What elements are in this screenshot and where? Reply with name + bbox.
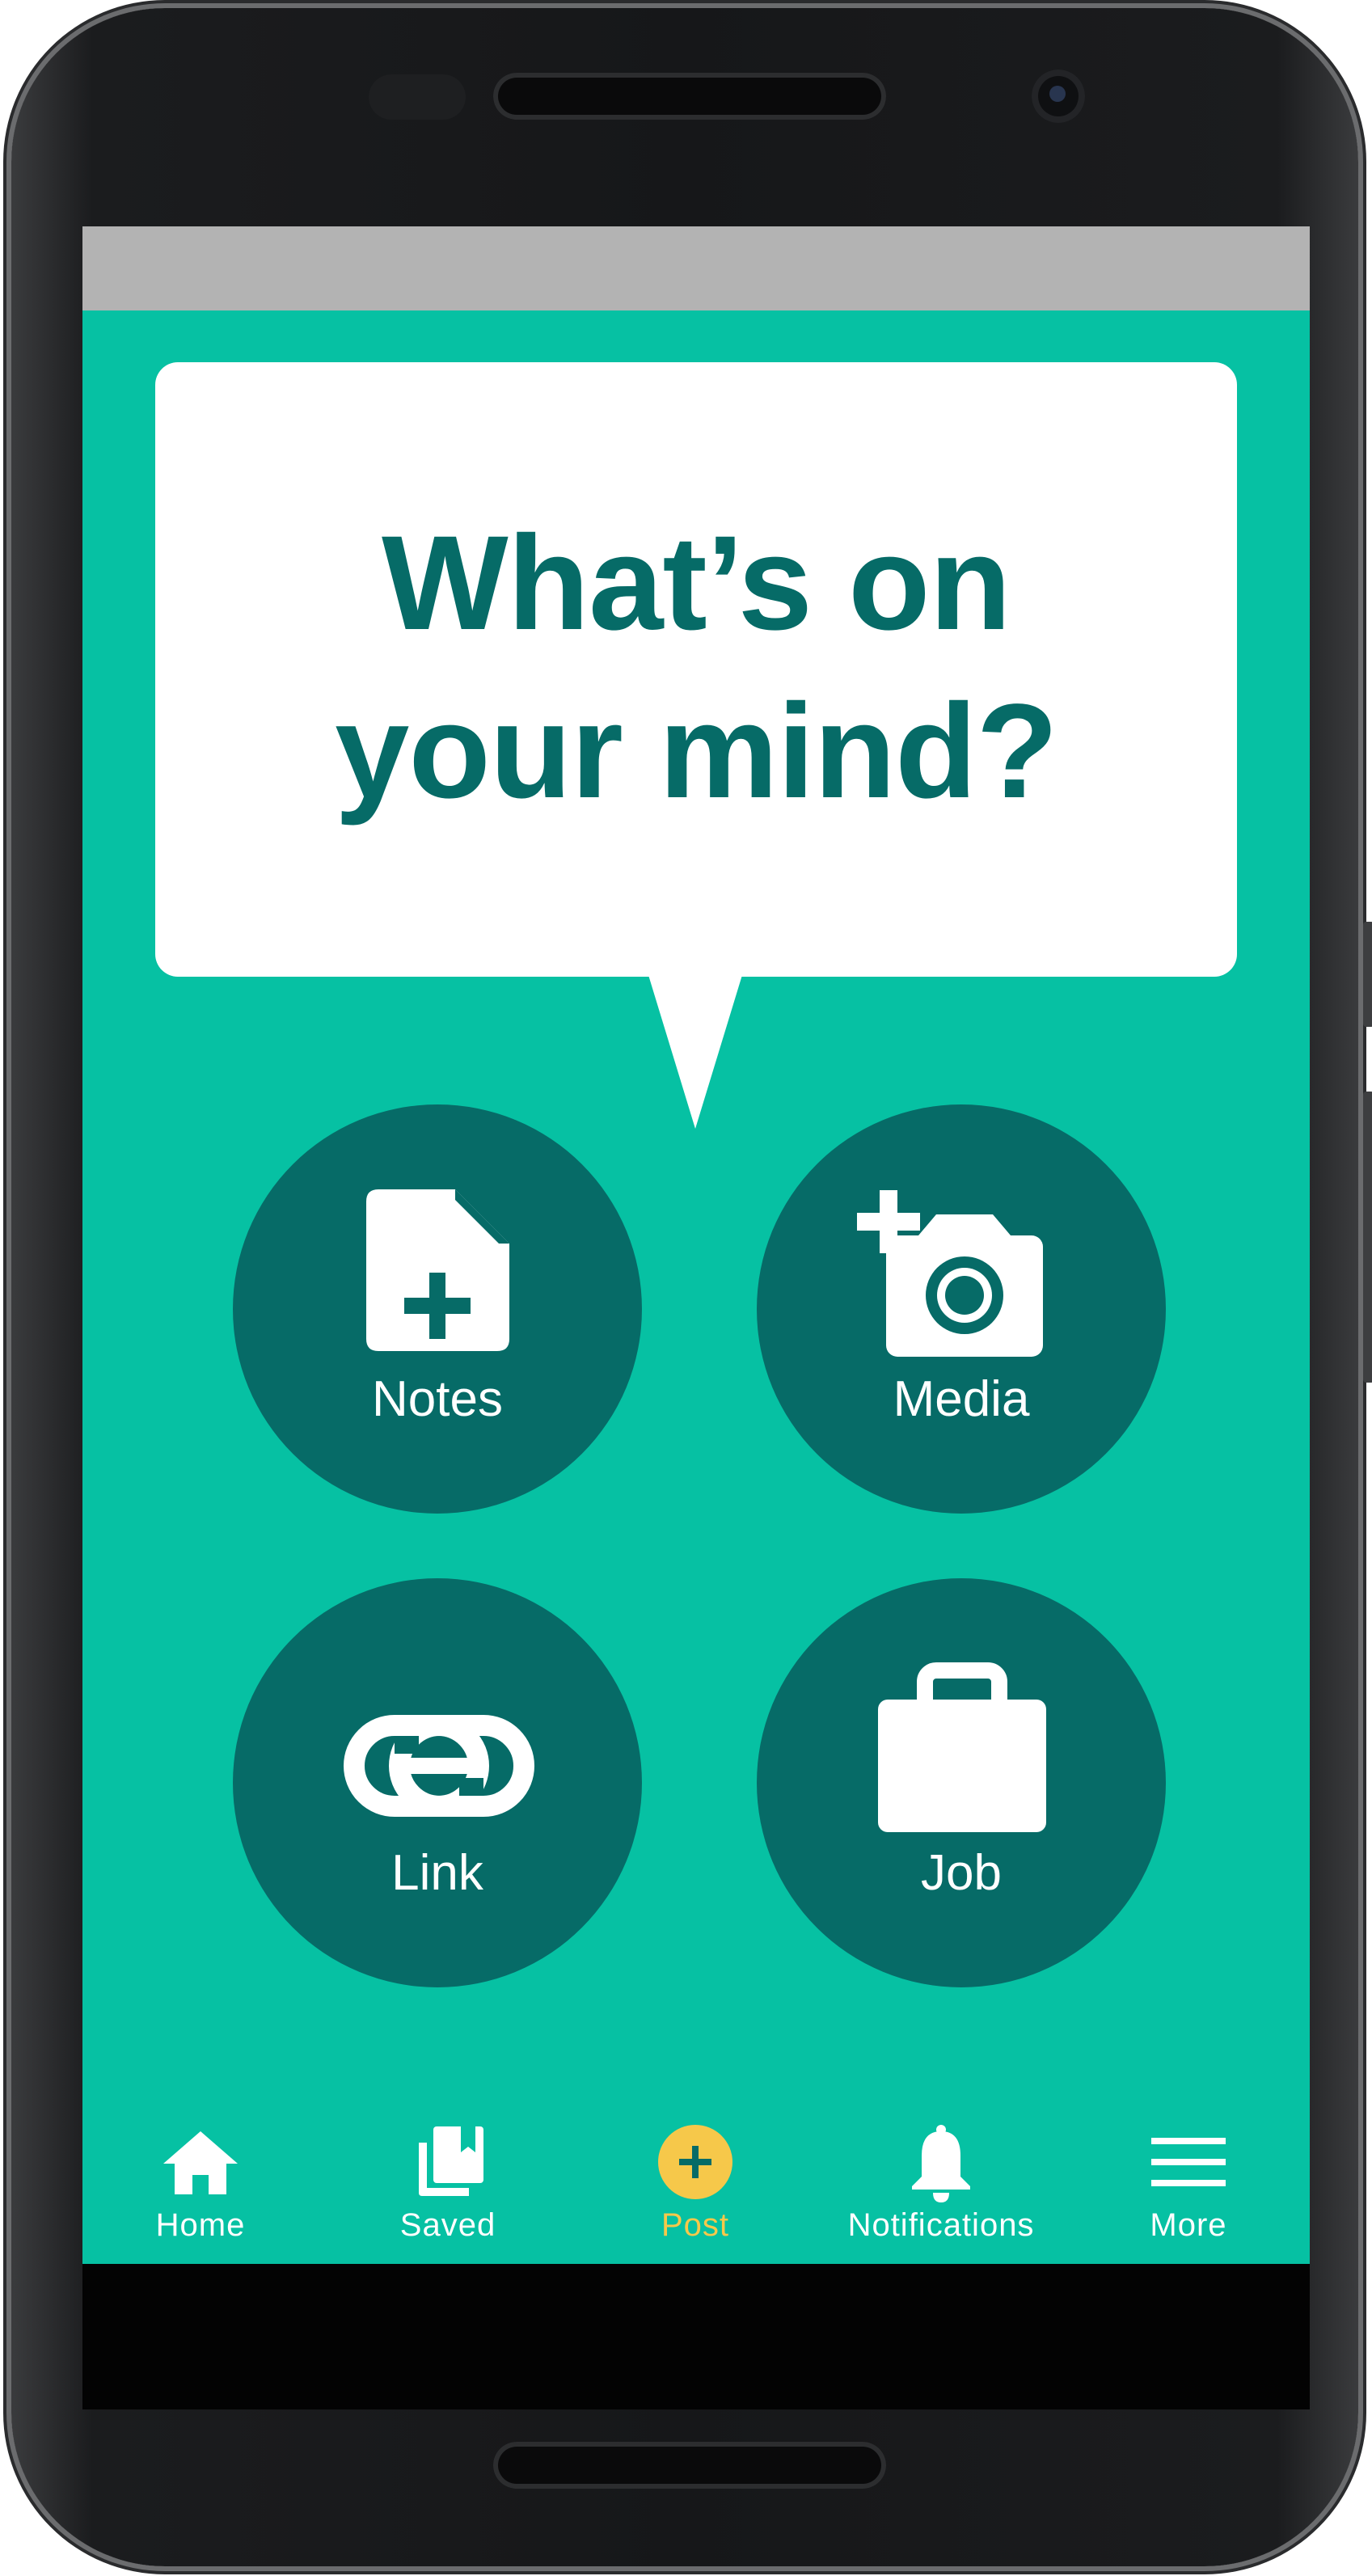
prompt-line-2: your mind? (335, 677, 1058, 826)
bookmarks-icon (419, 2126, 483, 2196)
bell-icon (912, 2125, 970, 2202)
nav-post-label: Post (661, 2207, 730, 2243)
prompt-line-1: What’s on (382, 509, 1011, 658)
job-button[interactable]: Job (757, 1578, 1166, 1987)
nav-saved[interactable]: Saved (327, 2099, 569, 2264)
bottom-nav: Home Saved Post Notifications More (82, 2099, 1310, 2264)
volume-button (1363, 1092, 1372, 1383)
screen: What’s on your mind? Notes Media Link Jo… (82, 226, 1310, 2264)
nav-notifications-label: Notifications (847, 2207, 1035, 2243)
nav-home[interactable]: Home (82, 2099, 322, 2264)
home-icon (163, 2131, 238, 2194)
link-label: Link (391, 1845, 483, 1901)
notes-label: Notes (372, 1371, 503, 1427)
briefcase-icon (878, 1662, 1046, 1832)
link-button[interactable]: Link (233, 1578, 642, 1987)
menu-icon (1151, 2138, 1226, 2186)
front-camera (1032, 70, 1085, 123)
add-photo-icon (857, 1190, 1043, 1357)
speech-bubble: What’s on your mind? (155, 362, 1237, 977)
nav-more[interactable]: More (1067, 2099, 1310, 2264)
nav-post[interactable]: Post (574, 2099, 817, 2264)
earpiece-speaker (493, 73, 886, 120)
nav-notifications[interactable]: Notifications (820, 2099, 1062, 2264)
proximity-sensor (369, 74, 466, 120)
media-label: Media (893, 1371, 1030, 1427)
phone-frame: What’s on your mind? Notes Media Link Jo… (11, 8, 1372, 2566)
nav-saved-label: Saved (399, 2207, 496, 2243)
nav-home-label: Home (155, 2207, 246, 2243)
speech-bubble-tail (648, 975, 742, 1129)
status-bar (82, 226, 1310, 310)
bottom-speaker (493, 2442, 886, 2489)
notes-button[interactable]: Notes (233, 1104, 642, 1514)
note-add-icon (366, 1189, 509, 1351)
add-circle-icon (658, 2125, 732, 2199)
job-label: Job (921, 1845, 1002, 1901)
nav-more-label: More (1150, 2207, 1227, 2243)
link-icon (344, 1715, 534, 1817)
power-button (1363, 922, 1372, 1027)
navigation-area (82, 2264, 1310, 2409)
prompt-title: What’s on your mind? (155, 500, 1237, 836)
media-button[interactable]: Media (757, 1104, 1166, 1514)
